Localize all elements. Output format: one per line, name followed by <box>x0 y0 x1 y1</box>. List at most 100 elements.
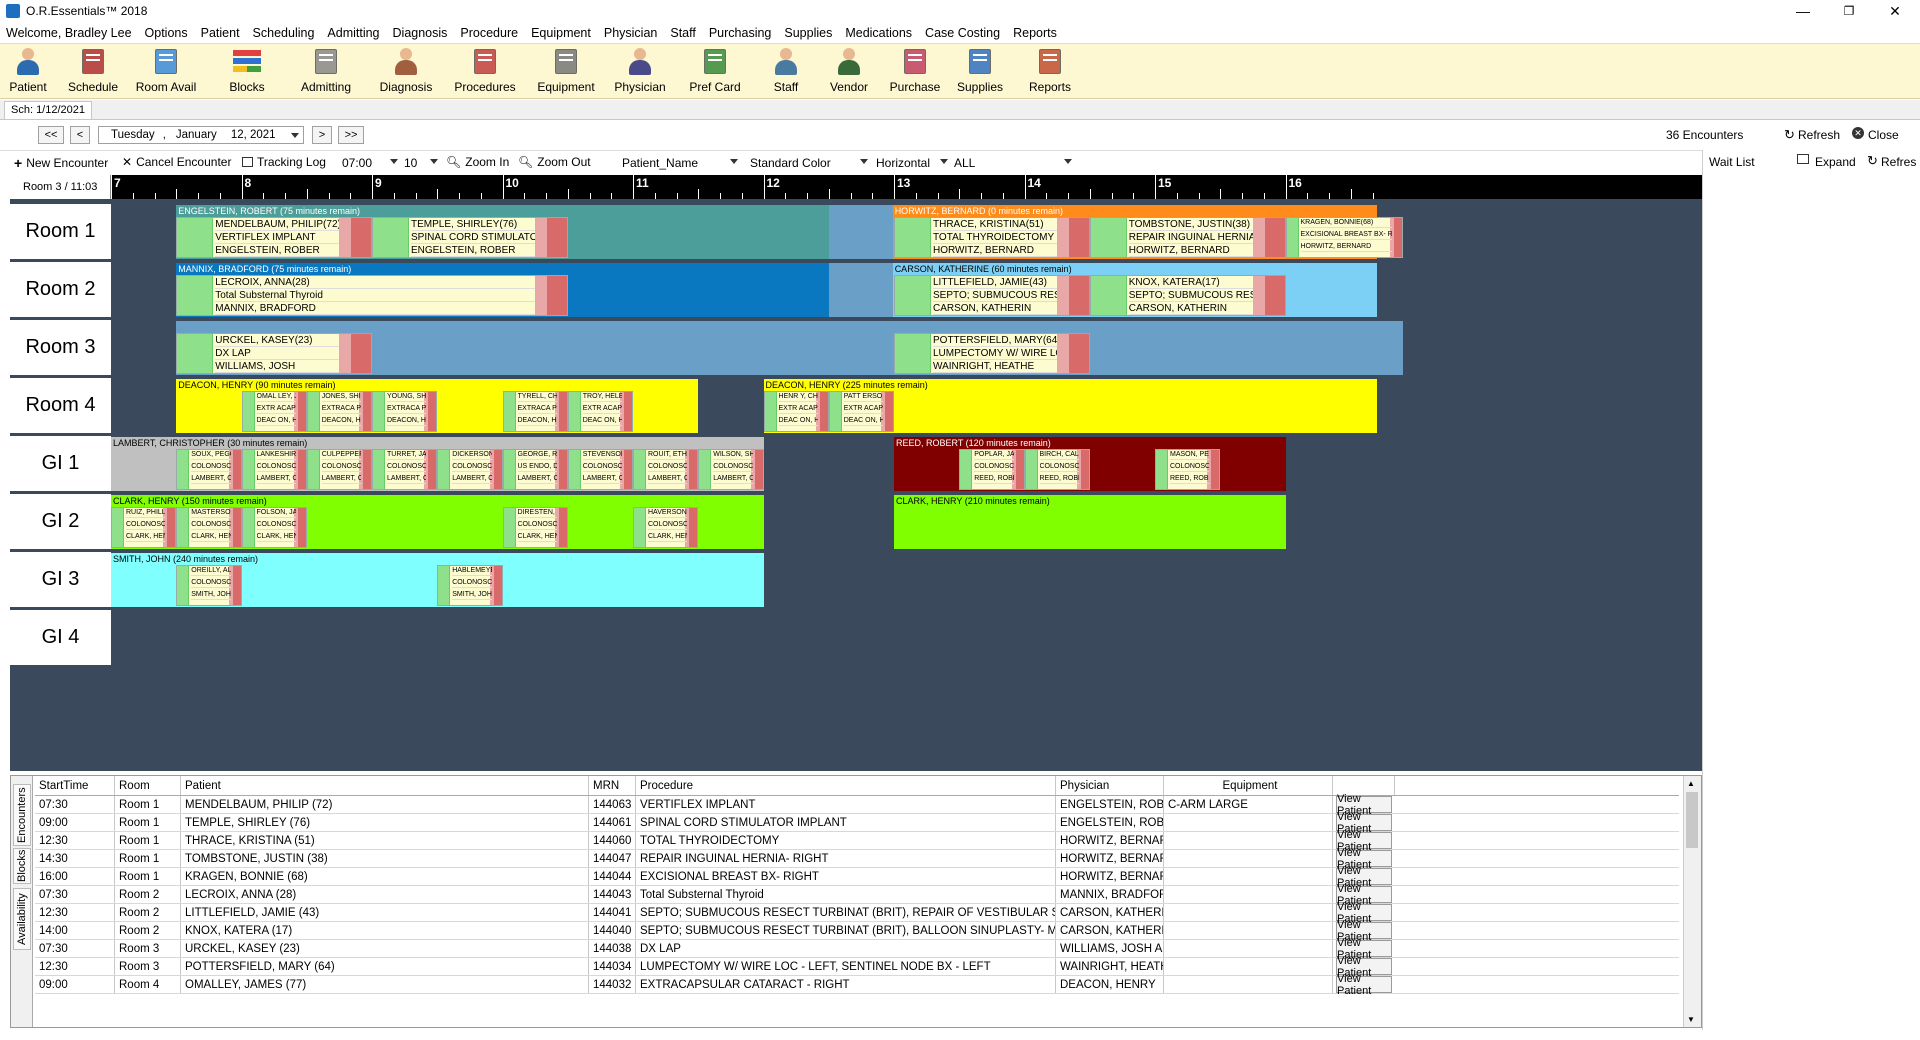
column-header[interactable]: StartTime <box>35 776 115 795</box>
room-row[interactable] <box>111 610 1702 665</box>
cancel-encounter-button[interactable]: ✕ Cancel Encounter <box>122 155 231 169</box>
view-patient-button[interactable]: View Patient <box>1336 973 1392 997</box>
encounter-card[interactable]: PATT ERSO EXTR ACAP DEAC ON, H <box>828 391 894 432</box>
encounter-card[interactable]: TURRET, JAMES(77) COLONOSCO PY FLEX PRO LA… <box>372 449 438 490</box>
menu-scheduling[interactable]: Scheduling <box>253 26 315 40</box>
encounter-card[interactable]: HENR Y, CH EXTR ACAP DEAC ON, H <box>763 391 829 432</box>
scroll-down-icon[interactable]: ▼ <box>1687 1015 1695 1024</box>
orientation-select[interactable]: Horizontal <box>876 153 948 173</box>
menu-patient[interactable]: Patient <box>201 26 240 40</box>
menu-medications[interactable]: Medications <box>845 26 912 40</box>
minimize-button[interactable]: — <box>1780 0 1826 22</box>
expand-button[interactable]: Expand <box>1815 155 1856 169</box>
scroll-thumb[interactable] <box>1686 792 1698 848</box>
encounter-card[interactable]: FOLSON, JAMES(34) COLONOSCO PY FLEX PRO CL… <box>241 507 307 548</box>
room-label[interactable]: GI 1 <box>10 436 111 494</box>
prev-day-button[interactable]: < <box>70 126 90 144</box>
encounter-card[interactable]: TOMBSTONE, JUSTIN(38) REPAIR INGUINAL HER… <box>1089 217 1286 258</box>
schedule-date-tab[interactable]: Sch: 1/12/2021 <box>4 101 93 119</box>
toolbar-purchase-button[interactable]: Purchase <box>885 46 945 98</box>
grid-scrollbar[interactable]: ▲ ▼ <box>1683 776 1701 1027</box>
column-header[interactable]: MRN <box>589 776 636 795</box>
toolbar-admitting-button[interactable]: Admitting <box>296 46 356 98</box>
start-time-select[interactable]: 07:00 <box>342 153 398 173</box>
maximize-button[interactable]: ❐ <box>1826 0 1872 22</box>
encounter-card[interactable]: TEMPLE, SHIRLEY(76)SPINAL CORD STIMULATO… <box>372 217 568 258</box>
refresh-button[interactable]: Refresh <box>1798 128 1840 142</box>
encounter-card[interactable]: RUIZ, PHILLIP (72) COLONOSCO PY HIGH RISK… <box>111 507 177 548</box>
encounter-card[interactable]: WILSON, SHANNON(53) COLONOSCO PY HIGH RIS… <box>698 449 764 490</box>
encounter-card[interactable]: SOUX, PEGGY(64) COLONOSCO PY HIGH RISK LAM… <box>176 449 242 490</box>
date-picker[interactable]: Tuesday , January 12, 2021 <box>98 126 304 144</box>
encounter-card[interactable]: POTTERSFIELD, MARY(64) LUMPECTOMY W/ WIRE… <box>894 333 1090 374</box>
toolbar-physician-button[interactable]: Physician <box>610 46 670 98</box>
refresh-icon[interactable]: ↻ <box>1784 127 1795 143</box>
encounter-card[interactable]: LITTLEFIELD, JAMIE(43) SEPTO; SUBMUCOUS R… <box>894 275 1090 316</box>
table-row[interactable]: 14:30 Room 1 TOMBSTONE, JUSTIN (38) 144047 R… <box>35 847 1679 871</box>
room-label[interactable]: Room 4 <box>10 378 111 436</box>
menu-staff[interactable]: Staff <box>670 26 695 40</box>
refresh-icon[interactable]: ↻ <box>1867 153 1878 169</box>
table-row[interactable]: 12:30 Room 1 THRACE, KRISTINA (51) 144060 TO… <box>35 829 1679 853</box>
table-row[interactable]: 07:30 Room 1 MENDELBAUM, PHILIP (72) 144063… <box>35 793 1679 817</box>
column-header[interactable]: Procedure <box>636 776 1056 795</box>
table-row[interactable]: 07:30 Room 2 LECROIX, ANNA (28) 144043 Total… <box>35 883 1679 907</box>
encounter-card[interactable]: DICKERSON, DAVID(85) COLONOSCO PY HIGH RI… <box>437 449 503 490</box>
toolbar-equipment-button[interactable]: Equipment <box>536 46 596 98</box>
menu-supplies[interactable]: Supplies <box>784 26 832 40</box>
room-label[interactable]: Room 1 <box>10 204 111 262</box>
encounter-card[interactable]: OREILLY, ALYSSA(48 COLONOSCO PY FLEX PRO S… <box>176 565 242 606</box>
side-tab-blocks[interactable]: Blocks <box>13 848 31 884</box>
encounter-card[interactable]: POPLAR, JAMES(64) COLONOSCO PY FLEX PRO RE… <box>959 449 1025 490</box>
filter-select[interactable]: ALL <box>954 153 1072 173</box>
menu-equipment[interactable]: Equipment <box>531 26 591 40</box>
schedule-block[interactable] <box>828 205 893 259</box>
table-row[interactable]: 16:00 Room 1 KRAGEN, BONNIE (68) 144044 EXCI… <box>35 865 1679 889</box>
close-icon[interactable]: ✕ <box>1852 127 1864 139</box>
new-encounter-button[interactable]: + New Encounter <box>14 155 108 171</box>
room-label[interactable]: GI 3 <box>10 552 111 610</box>
menu-reports[interactable]: Reports <box>1013 26 1057 40</box>
encounter-card[interactable]: KRAGEN, BONNIE(68) EXCISIONAL BREAST BX- … <box>1285 217 1403 258</box>
encounter-card[interactable]: THRACE, KRISTINA(51) TOTAL THYROIDECTOMY H… <box>894 217 1090 258</box>
menu-options[interactable]: Options <box>145 26 188 40</box>
room-label[interactable]: Room 3 <box>10 320 111 378</box>
encounter-card[interactable]: CULPEPPER, ROBERT(67) COLONOSCO PY FLEX P… <box>306 449 372 490</box>
column-header[interactable]: Physician <box>1056 776 1164 795</box>
encounter-card[interactable]: STEVENSON, STEPHEN(22 COLONOSCO PY FLEX P… <box>567 449 633 490</box>
toolbar-staff-button[interactable]: Staff <box>756 46 816 98</box>
toolbar-diagnosis-button[interactable]: Diagnosis <box>376 46 436 98</box>
zoom-out-button[interactable]: 🔍︎ Zoom Out <box>518 155 591 169</box>
encounter-card[interactable]: MENDELBAUM, PHILIP(72) VERTIFLEX IMPLANT E… <box>176 217 372 258</box>
column-header[interactable]: Equipment <box>1164 776 1333 795</box>
encounter-card[interactable]: DIRESTEN, JUDY(77) COLONOSCO PY FLEX PRO C… <box>502 507 568 548</box>
table-row[interactable]: 09:00 Room 1 TEMPLE, SHIRLEY (76) 144061 SPI… <box>35 811 1679 835</box>
column-header[interactable]: Room <box>115 776 181 795</box>
table-row[interactable]: 12:30 Room 3 POTTERSFIELD, MARY (64) 144034… <box>35 955 1679 979</box>
encounter-card[interactable]: URCKEL, KASEY(23) DX LAP WILLIAMS, JOSH <box>176 333 372 374</box>
encounter-card[interactable]: HABLEMEYER, CHELSIE(25) COLONOSCO PY FLEX… <box>437 565 503 606</box>
encounter-card[interactable]: MASON, PERRY(53) COLONOSCO PY FLEX PRO REE… <box>1155 449 1221 490</box>
menu-physician[interactable]: Physician <box>604 26 658 40</box>
room-label[interactable]: GI 4 <box>10 610 111 668</box>
encounter-card[interactable]: JONES, SHIRLEY(EXTRACA PSULAR C DEACON, H… <box>306 391 372 432</box>
scroll-up-icon[interactable]: ▲ <box>1687 779 1695 788</box>
encounter-card[interactable]: GEORGE, RICHARD(60 US ENDO, DX W/WO COLLE… <box>502 449 568 490</box>
table-row[interactable]: 12:30 Room 2 LITTLEFIELD, JAMIE (43) 144041… <box>35 901 1679 925</box>
column-header[interactable]: Patient <box>181 776 589 795</box>
encounter-card[interactable]: YOUNG, SHERRE(EXTRACA PSULAR C DEACON, HE… <box>372 391 438 432</box>
wait-list-refresh-button[interactable]: Refres <box>1881 155 1916 169</box>
toolbar-procedures-button[interactable]: Procedures <box>454 46 516 98</box>
next-day-button[interactable]: > <box>312 126 332 144</box>
tracking-log-button[interactable]: Tracking Log <box>242 155 326 169</box>
toolbar-supplies-button[interactable]: Supplies <box>950 46 1010 98</box>
toolbar-blocks-button[interactable]: Blocks <box>217 46 277 98</box>
menu-procedure[interactable]: Procedure <box>460 26 518 40</box>
close-window-button[interactable]: ✕ <box>1872 0 1918 22</box>
menu-purchasing[interactable]: Purchasing <box>709 26 772 40</box>
toolbar-pref-card-button[interactable]: Pref Card <box>685 46 745 98</box>
table-row[interactable]: 07:30 Room 3 URCKEL, KASEY (23) 144038 DX LA… <box>35 937 1679 961</box>
encounter-card[interactable]: LECROIX, ANNA(28) Total Substernal Thyroi… <box>176 275 568 316</box>
close-button[interactable]: Close <box>1868 128 1899 142</box>
encounter-card[interactable]: BIRCH, CALLIE(21) COLONOSCO PY HIGH RISK R… <box>1024 449 1090 490</box>
